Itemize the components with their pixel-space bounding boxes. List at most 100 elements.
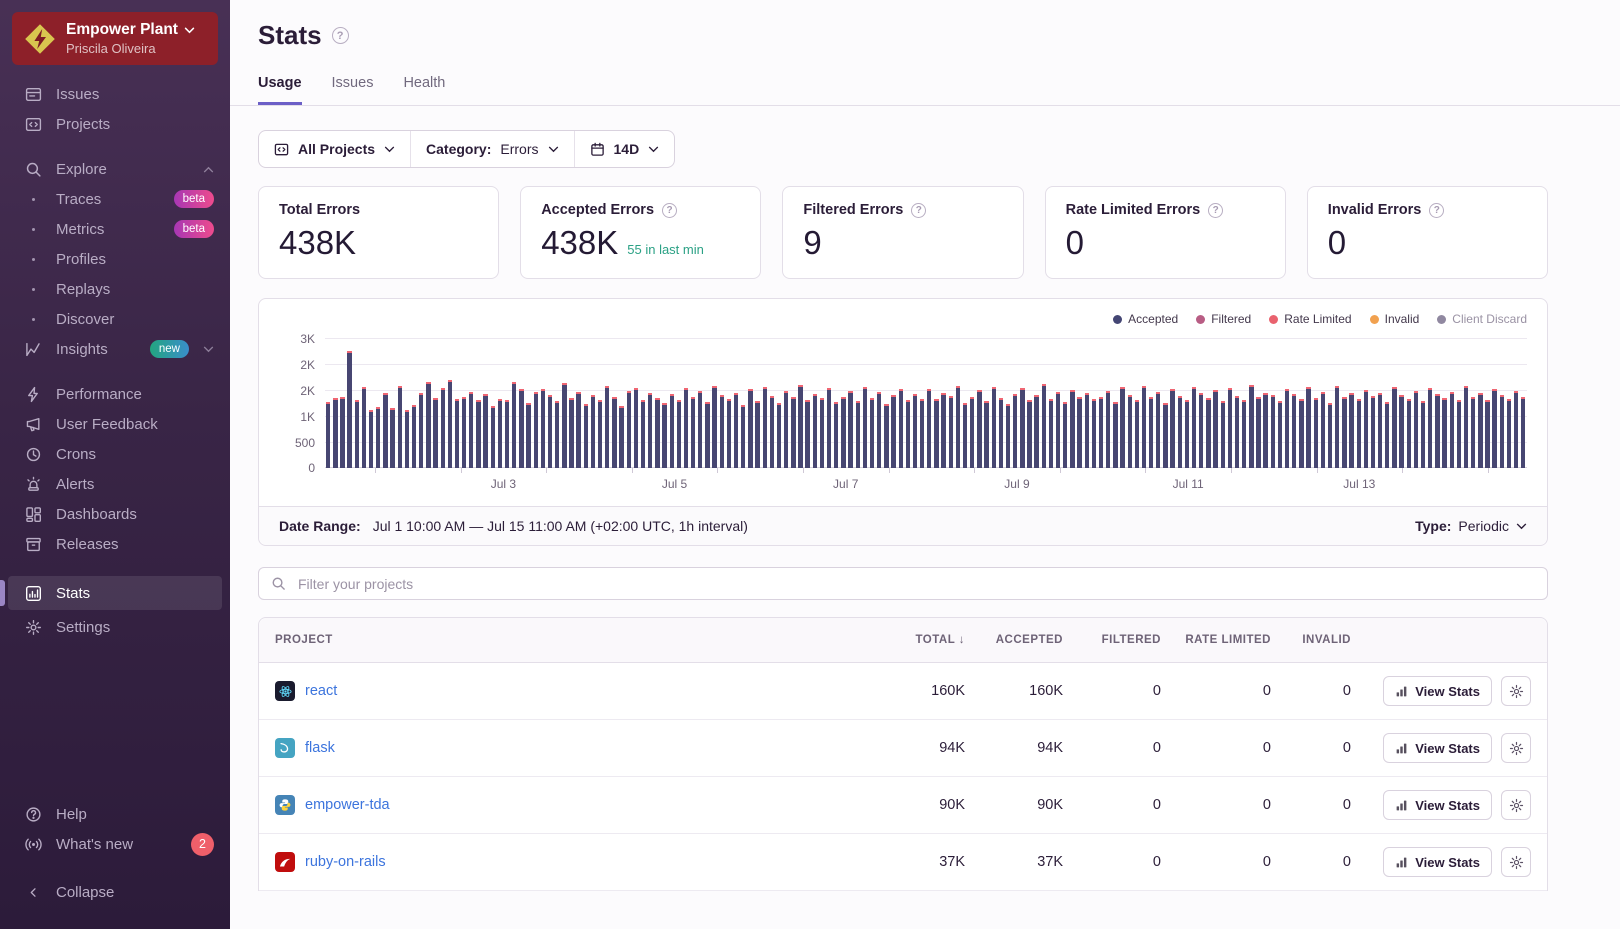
help-tooltip-icon[interactable]: ? (911, 203, 926, 218)
sidebar-item-help[interactable]: Help (0, 799, 230, 829)
view-stats-button[interactable]: View Stats (1383, 790, 1492, 820)
chart-bar (863, 387, 867, 468)
project-settings-button[interactable] (1501, 733, 1531, 763)
help-tooltip-icon[interactable]: ? (1208, 203, 1223, 218)
python-platform-icon (275, 795, 295, 815)
sidebar-item-issues[interactable]: Issues (0, 79, 230, 109)
sidebar-item-crons[interactable]: Crons (0, 439, 230, 469)
sidebar-item-performance[interactable]: Performance (0, 379, 230, 409)
chart-bar (1521, 397, 1525, 468)
sidebar-item-insights[interactable]: Insights new (0, 334, 230, 364)
projects-icon (24, 116, 42, 133)
chart-bar (791, 397, 795, 468)
sidebar-item-metrics[interactable]: Metrics beta (0, 214, 230, 244)
legend-accepted[interactable]: Accepted (1113, 312, 1178, 326)
chart-bar (1464, 386, 1468, 468)
table-row: empower-tda 90K 90K 0 0 0 View Stats (259, 777, 1547, 834)
chart-bar (648, 393, 652, 468)
tab-health[interactable]: Health (403, 75, 445, 105)
chart-bar (462, 397, 466, 468)
col-rate-limited[interactable]: RATE LIMITED (1161, 634, 1271, 646)
chart-bar (1299, 399, 1303, 468)
chart-bar (1500, 395, 1504, 468)
axis-tick (1488, 468, 1489, 473)
sidebar-collapse-button[interactable]: Collapse (0, 877, 230, 907)
chart-bar (355, 400, 359, 468)
sidebar-item-projects[interactable]: Projects (0, 109, 230, 139)
chart-bar (419, 393, 423, 468)
project-link[interactable]: react (305, 683, 337, 699)
project-settings-button[interactable] (1501, 676, 1531, 706)
tab-issues[interactable]: Issues (332, 75, 374, 105)
stat-cards: Total Errors 438K Accepted Errors? 438K5… (258, 186, 1548, 279)
sidebar-item-user-feedback[interactable]: User Feedback (0, 409, 230, 439)
chart-bar (627, 391, 631, 468)
app-root: Empower Plant Priscila Oliveira Issues P… (0, 0, 1620, 929)
project-settings-button[interactable] (1501, 847, 1531, 877)
sidebar-item-dashboards[interactable]: Dashboards (0, 499, 230, 529)
tab-usage[interactable]: Usage (258, 75, 302, 105)
chart-bar (670, 394, 674, 468)
bar-chart-icon (1395, 799, 1408, 812)
date-range-dropdown[interactable]: 14D (574, 131, 675, 167)
project-link[interactable]: empower-tda (305, 797, 390, 813)
col-invalid[interactable]: INVALID (1271, 634, 1351, 646)
chart-bar (1056, 392, 1060, 468)
chart-bar (712, 386, 716, 468)
chart-bar (870, 398, 874, 468)
chart-bar (677, 400, 681, 468)
chart-bar (834, 402, 838, 468)
project-filter-dropdown[interactable]: All Projects (259, 131, 410, 167)
project-link[interactable]: ruby-on-rails (305, 854, 386, 870)
legend-rate-limited[interactable]: Rate Limited (1269, 312, 1351, 326)
org-switcher[interactable]: Empower Plant Priscila Oliveira (12, 12, 218, 65)
chart-bar (433, 398, 437, 468)
chart-bar (741, 405, 745, 468)
project-link[interactable]: flask (305, 740, 335, 756)
type-dropdown[interactable]: Type: Periodic (1415, 518, 1527, 534)
project-search-input[interactable] (296, 575, 1535, 593)
chart-bar (1514, 391, 1518, 468)
chart-bar (1278, 401, 1282, 468)
col-accepted[interactable]: ACCEPTED (965, 634, 1063, 646)
chart-plot-area[interactable] (325, 338, 1527, 468)
chart-bar (1070, 390, 1074, 468)
sidebar-item-stats[interactable]: Stats (8, 576, 222, 610)
page-header: Stats ? Usage Issues Health (230, 0, 1620, 106)
sidebar-item-settings[interactable]: Settings (0, 612, 230, 642)
sidebar-item-whats-new[interactable]: What's new 2 (0, 829, 230, 859)
col-project: PROJECT (275, 634, 867, 646)
archive-box-icon (24, 536, 42, 553)
view-stats-button[interactable]: View Stats (1383, 847, 1492, 877)
chart-bar (1492, 389, 1496, 468)
view-stats-button[interactable]: View Stats (1383, 676, 1492, 706)
chart-bar (584, 404, 588, 468)
help-tooltip-icon[interactable]: ? (662, 203, 677, 218)
sidebar-item-alerts[interactable]: Alerts (0, 469, 230, 499)
view-stats-button[interactable]: View Stats (1383, 733, 1492, 763)
legend-client-discard[interactable]: Client Discard (1437, 312, 1527, 326)
sidebar-item-explore[interactable]: Explore (0, 154, 230, 184)
sidebar-item-replays[interactable]: Replays (0, 274, 230, 304)
chart-bar (426, 382, 430, 468)
legend-invalid[interactable]: Invalid (1370, 312, 1420, 326)
project-settings-button[interactable] (1501, 790, 1531, 820)
table-row: flask 94K 94K 0 0 0 View Stats (259, 720, 1547, 777)
sidebar-item-discover[interactable]: Discover (0, 304, 230, 334)
chart-bar (326, 402, 330, 468)
col-filtered[interactable]: FILTERED (1063, 634, 1161, 646)
active-indicator (0, 580, 5, 606)
sidebar-item-profiles[interactable]: Profiles (0, 244, 230, 274)
help-tooltip-icon[interactable]: ? (332, 27, 349, 44)
category-filter-dropdown[interactable]: Category: Errors (410, 131, 573, 167)
help-tooltip-icon[interactable]: ? (1429, 203, 1444, 218)
chart-bar (340, 397, 344, 469)
invalid-errors-value: 0 (1328, 224, 1527, 262)
sidebar-item-traces[interactable]: Traces beta (0, 184, 230, 214)
col-total-sort[interactable]: TOTAL ↓ (867, 634, 965, 646)
chart-bar (1027, 400, 1031, 468)
cell-rate-limited: 0 (1161, 740, 1271, 756)
sidebar-item-releases[interactable]: Releases (0, 529, 230, 559)
legend-filtered[interactable]: Filtered (1196, 312, 1251, 326)
chart-bar (576, 392, 580, 468)
